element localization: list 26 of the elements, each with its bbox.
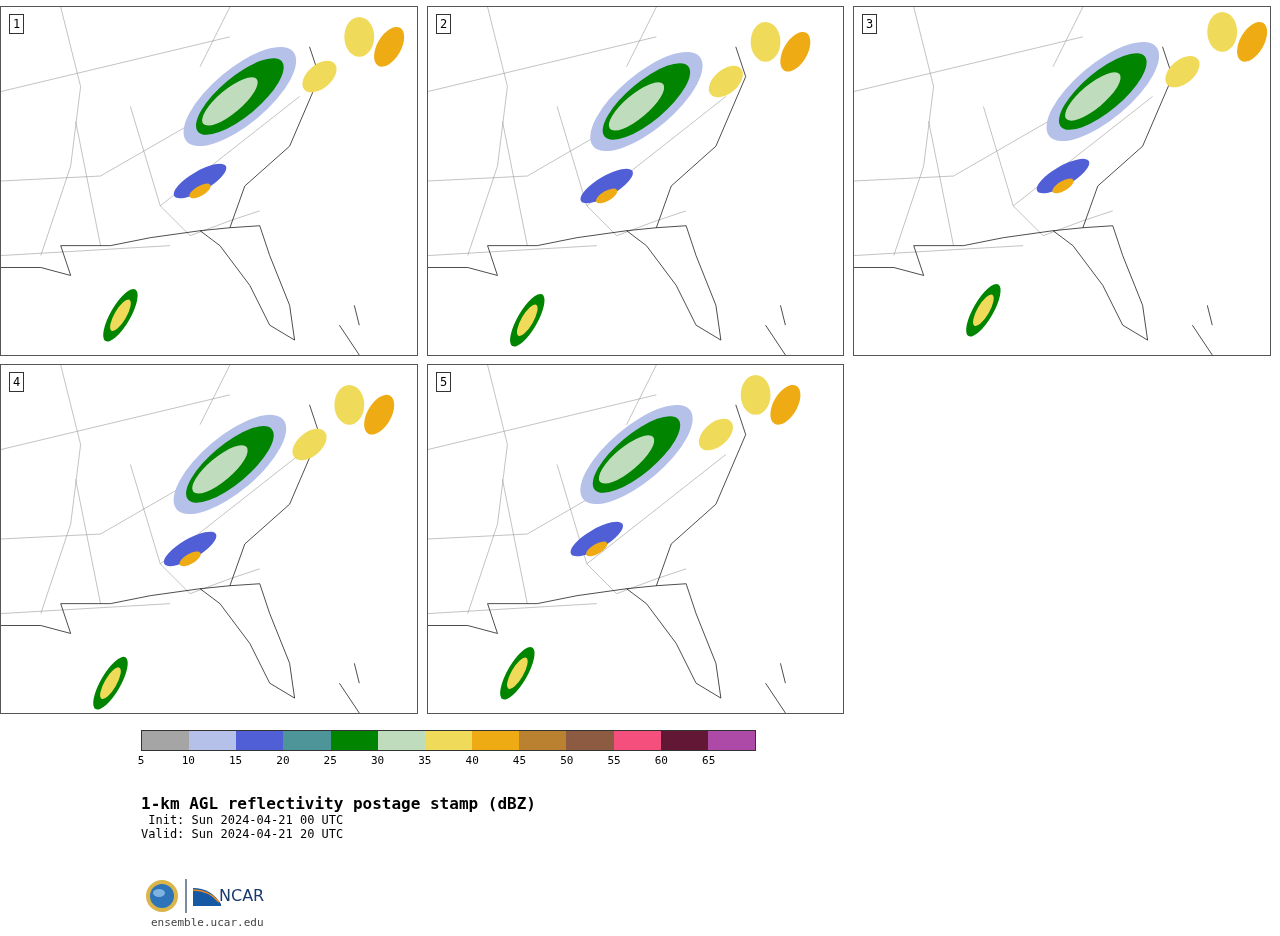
tick-label: 50 bbox=[560, 755, 574, 767]
chart-title: 1-km AGL reflectivity postage stamp (dBZ) bbox=[141, 795, 537, 813]
panel-number: 3 bbox=[862, 14, 878, 34]
tick-label: 30 bbox=[370, 755, 385, 767]
panel-number: 2 bbox=[436, 14, 452, 34]
tick-label: 25 bbox=[323, 755, 337, 767]
tick-label: 60 bbox=[654, 755, 668, 767]
tick-label: 10 bbox=[181, 755, 195, 767]
valid-time: Valid: Sun 2024-04-21 20 UTC bbox=[141, 827, 345, 841]
tick-label: 35 bbox=[418, 755, 432, 767]
tick-label: 20 bbox=[276, 755, 290, 767]
logo-divider bbox=[185, 879, 187, 913]
tick-label: 55 bbox=[607, 755, 621, 767]
tick-label: 15 bbox=[229, 755, 243, 767]
panel-number: 4 bbox=[9, 372, 25, 392]
tick-label: 40 bbox=[465, 755, 479, 767]
panel-number: 5 bbox=[436, 372, 452, 392]
panel-number: 1 bbox=[9, 14, 25, 34]
tick-label: 5 bbox=[137, 755, 145, 767]
website-url: ensemble.ucar.edu bbox=[151, 916, 265, 930]
arc-logo-icon bbox=[193, 886, 221, 906]
logo-text: NCAR bbox=[219, 887, 265, 905]
tick-label: 65 bbox=[702, 755, 716, 767]
globe-emblem-icon bbox=[145, 879, 179, 913]
init-time: Init: Sun 2024-04-21 00 UTC bbox=[147, 813, 345, 827]
tick-label: 45 bbox=[512, 755, 527, 767]
